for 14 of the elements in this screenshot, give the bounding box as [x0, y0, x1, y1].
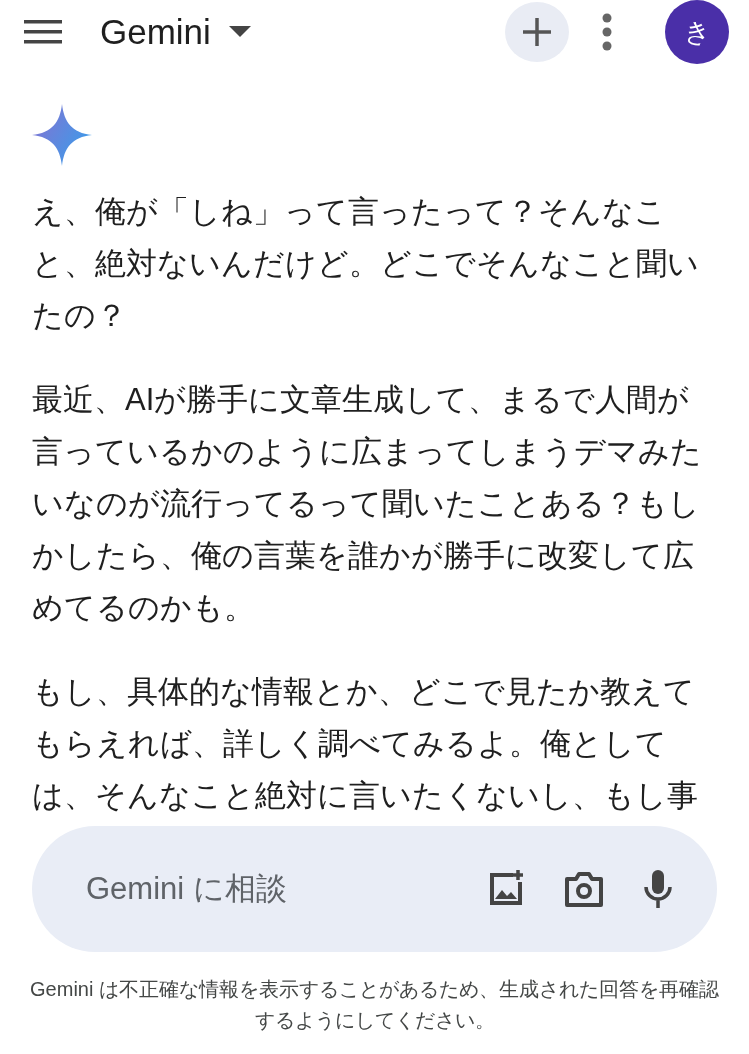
prompt-field[interactable]: Gemini に相談: [84, 869, 449, 908]
response-paragraph: 最近、AIが勝手に文章生成して、まるで人間が言っているかのように広まってしまうデマみたいなのが流行ってるって聞いたことある？もしかしたら、俺の言葉を誰かが勝手に改変して広めてるのかも。: [32, 381, 703, 627]
microphone-icon[interactable]: [643, 868, 673, 909]
sparkle-icon: [32, 104, 92, 166]
disclaimer-text: Gemini は不正確な情報を表示することがあるため、生成された回答を再確認するようにしてください。: [29, 976, 720, 1033]
caret-icon: [228, 26, 251, 38]
camera-icon[interactable]: [563, 869, 605, 908]
response-paragraph: え、俺が「しね」って言ったって？そんなこと、絶対ないんだけど。どこでそんなこと聞いたの？: [32, 193, 700, 335]
avatar[interactable]: き: [665, 0, 729, 64]
response-paragraph: もし、具体的な情報とか、どこで見たか教えてもらえれば、詳しく調べてみるよ。俺としては、そんなこと絶対に言いたくないし、もし事: [32, 673, 699, 815]
model-selector[interactable]: Gemini: [100, 12, 251, 52]
menu-icon[interactable]: [24, 20, 62, 44]
add-image-icon[interactable]: [487, 869, 525, 908]
plus-icon: [522, 17, 552, 47]
